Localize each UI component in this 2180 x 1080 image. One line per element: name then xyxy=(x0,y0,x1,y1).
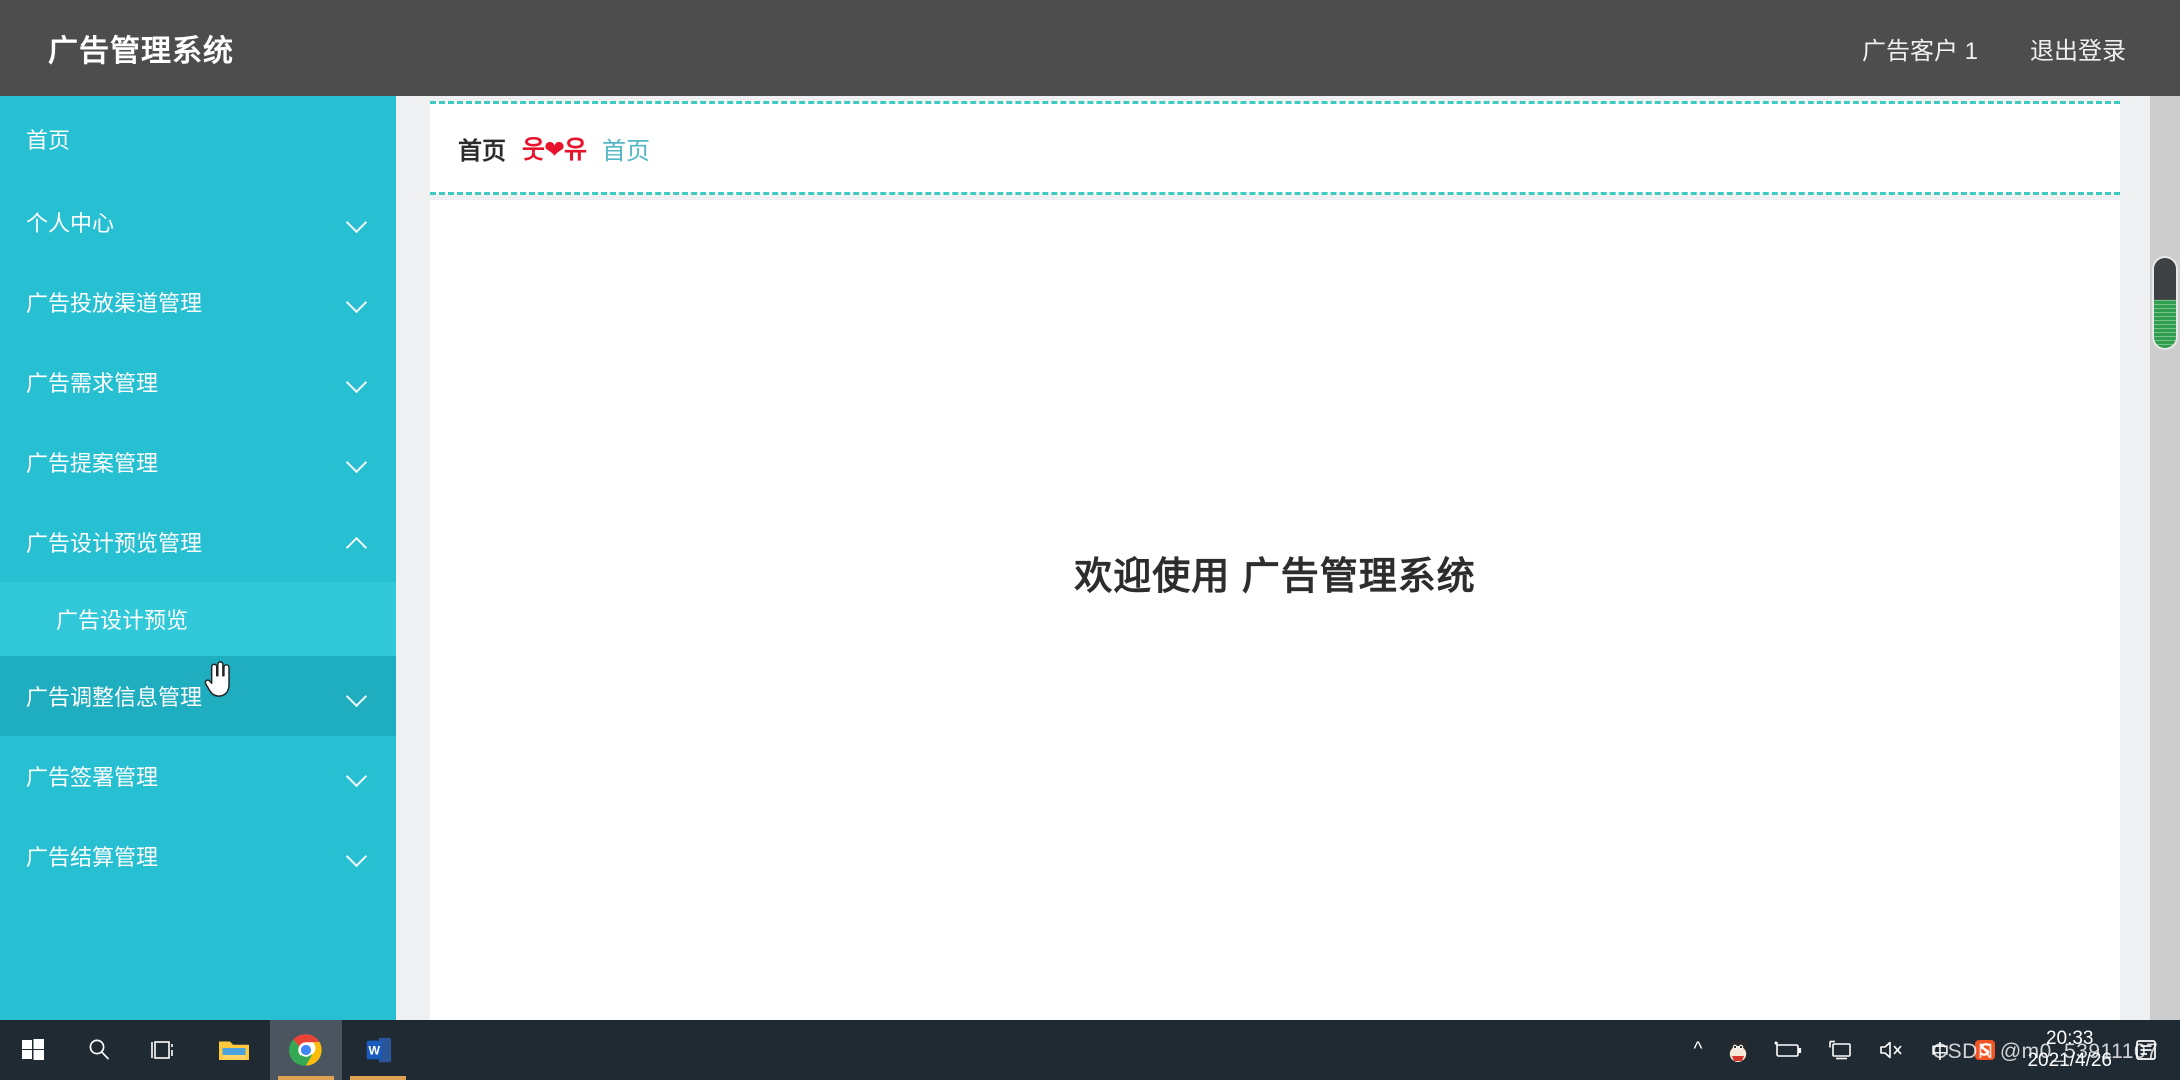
battery-icon[interactable] xyxy=(1762,1020,1816,1080)
sidebar-item-label: 广告设计预览管理 xyxy=(26,531,203,556)
word-icon: W xyxy=(366,1037,392,1063)
start-button[interactable] xyxy=(0,1020,66,1080)
ime-language-icon[interactable]: 中 xyxy=(1918,1020,1961,1080)
sidebar-item-ad-adjust-info-management[interactable]: 广告调整信息管理 xyxy=(0,656,396,736)
sidebar-item-label: 广告投放渠道管理 xyxy=(26,291,203,316)
sidebar-item-label: 广告需求管理 xyxy=(26,371,159,396)
chevron-down-icon xyxy=(346,845,368,867)
content-panel: 欢迎使用 广告管理系统 xyxy=(430,200,2120,1020)
clock-time: 20:33 xyxy=(2045,1027,2094,1049)
breadcrumb-current-link[interactable]: 首页 xyxy=(602,131,650,166)
page-scrollbar-track[interactable] xyxy=(2150,96,2180,1020)
chrome-button[interactable] xyxy=(270,1020,342,1080)
current-user-label[interactable]: 广告客户 1 xyxy=(1862,31,1978,66)
clock-date: 2021/4/26 xyxy=(2027,1050,2112,1071)
notification-center-button[interactable] xyxy=(2126,1020,2166,1080)
tray-overflow-button[interactable]: ^ xyxy=(1682,1020,1715,1080)
word-button[interactable]: W xyxy=(342,1020,414,1080)
chevron-down-icon xyxy=(346,211,368,233)
taskbar-active-indicator xyxy=(278,1076,334,1080)
sidebar-item-label: 广告签署管理 xyxy=(26,765,159,790)
sidebar-item-ad-demand-management[interactable]: 广告需求管理 xyxy=(0,342,396,422)
page-scrollbar-thumb[interactable] xyxy=(2154,258,2176,348)
sidebar-item-label: 广告提案管理 xyxy=(26,451,159,476)
breadcrumb-separator-heart-icon: 웃❤유 xyxy=(522,136,587,164)
task-view-icon xyxy=(151,1041,173,1059)
sidebar-item-ad-channel-management[interactable]: 广告投放渠道管理 xyxy=(0,262,396,342)
chevron-down-icon xyxy=(346,685,368,707)
sidebar-nav: 首页 个人中心 广告投放渠道管理 广告需求管理 广告提案管理 广告设计预览管理 … xyxy=(0,96,396,1020)
application-window: 广告管理系统 广告客户 1 退出登录 首页 个人中心 广告投放渠道管理 广告需求… xyxy=(0,0,2180,1080)
sidebar-subitem-ad-design-preview[interactable]: 广告设计预览 xyxy=(0,582,396,656)
logout-button[interactable]: 退出登录 xyxy=(2030,31,2126,66)
taskbar-clock[interactable]: 20:33 2021/4/26 xyxy=(2009,1028,2126,1073)
sidebar-item-personal-center[interactable]: 个人中心 xyxy=(0,182,396,262)
volume-muted-icon[interactable] xyxy=(1866,1020,1918,1080)
chevron-up-icon xyxy=(346,531,368,553)
qq-icon[interactable] xyxy=(1714,1020,1762,1080)
chevron-down-icon xyxy=(346,451,368,473)
header-actions: 广告客户 1 退出登录 xyxy=(1862,31,2126,66)
sidebar-item-label: 个人中心 xyxy=(26,211,115,236)
sidebar-item-ad-design-preview-management[interactable]: 广告设计预览管理 xyxy=(0,502,396,582)
sidebar-item-home[interactable]: 首页 xyxy=(0,96,396,182)
sidebar-item-ad-proposal-management[interactable]: 广告提案管理 xyxy=(0,422,396,502)
app-header: 广告管理系统 广告客户 1 退出登录 xyxy=(0,0,2180,96)
sidebar-item-label: 广告结算管理 xyxy=(26,845,159,870)
chevron-down-icon xyxy=(346,765,368,787)
folder-icon xyxy=(219,1041,249,1060)
sidebar-item-ad-settlement-management[interactable]: 广告结算管理 xyxy=(0,816,396,896)
windows-logo-icon xyxy=(22,1039,44,1060)
app-title: 广告管理系统 xyxy=(48,35,234,68)
sidebar-item-label: 广告调整信息管理 xyxy=(26,685,203,710)
search-button[interactable] xyxy=(66,1020,132,1080)
taskbar-active-indicator xyxy=(350,1076,406,1080)
main-content: 首页 웃❤유 首页 欢迎使用 广告管理系统 xyxy=(396,96,2150,1020)
sogou-input-icon[interactable] xyxy=(1961,1020,2009,1080)
svg-text:W: W xyxy=(369,1044,381,1058)
system-tray: ^ 中 20:33 2021/4/26 xyxy=(1682,1020,2180,1080)
task-view-button[interactable] xyxy=(132,1020,198,1080)
breadcrumb-root: 首页 xyxy=(458,137,506,165)
sidebar-item-label: 广告设计预览 xyxy=(56,608,189,633)
chrome-icon xyxy=(289,1034,322,1066)
windows-taskbar: W ^ 中 20:33 2021/4/26 xyxy=(0,1020,2180,1080)
search-icon xyxy=(89,1039,109,1060)
welcome-message: 欢迎使用 广告管理系统 xyxy=(1074,556,1476,598)
sidebar-item-ad-signing-management[interactable]: 广告签署管理 xyxy=(0,736,396,816)
network-icon[interactable] xyxy=(1816,1020,1866,1080)
chevron-down-icon xyxy=(346,371,368,393)
chevron-down-icon xyxy=(346,291,368,313)
sidebar-item-label: 首页 xyxy=(26,128,71,153)
breadcrumb: 首页 웃❤유 首页 xyxy=(430,101,2120,195)
file-explorer-button[interactable] xyxy=(198,1020,270,1080)
notification-icon xyxy=(2136,1040,2156,1060)
